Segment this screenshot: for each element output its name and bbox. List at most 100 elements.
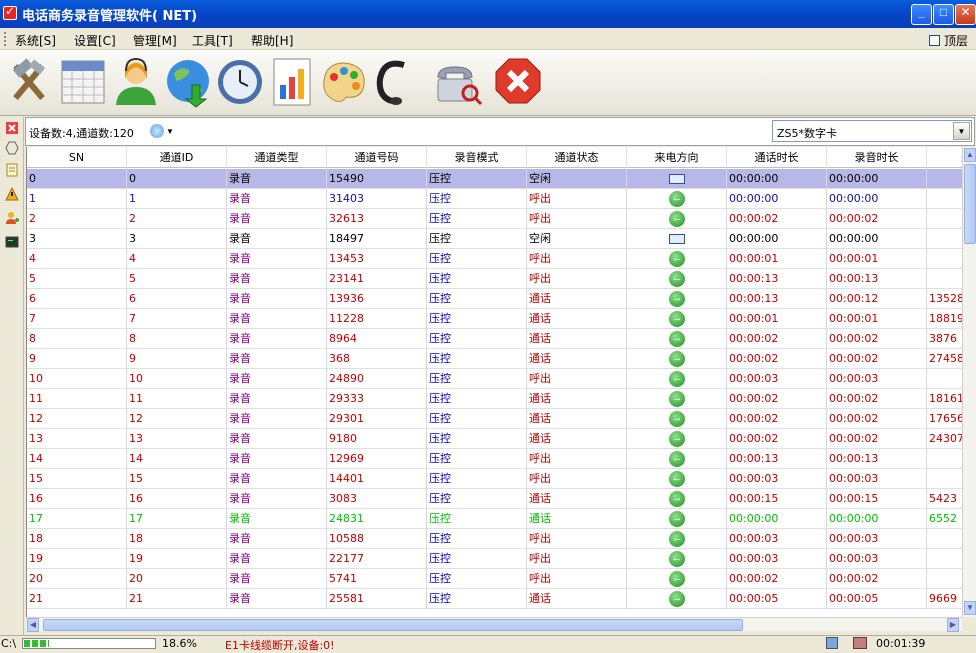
table-row[interactable]: 11 11 录音 29333 压控 通话 00:00:02 00:00:02 18161 →	[27, 389, 962, 409]
cell-channel-state: 呼出	[527, 569, 627, 589]
report-chart-icon[interactable]	[266, 55, 318, 109]
table-row[interactable]: 4 4 录音 13453 压控 呼出 00:00:01 00:00:01 ←	[27, 249, 962, 269]
cell-record-duration: 00:00:00	[827, 169, 927, 189]
palette-icon[interactable]	[318, 55, 370, 109]
menu-help[interactable]: 帮助[H]	[251, 32, 293, 49]
maximize-button[interactable]: □	[933, 4, 954, 25]
table-row[interactable]: 0 0 录音 15490 压控 空闲 00:00:00 00:00:00	[27, 169, 962, 189]
table-row[interactable]: 3 3 录音 18497 压控 空闲 00:00:00 00:00:00	[27, 229, 962, 249]
column-header-channel-state[interactable]: 通道状态	[527, 147, 627, 168]
chevron-down-icon[interactable]: ▼	[953, 122, 970, 140]
cell-channel-state: 通话	[527, 489, 627, 509]
table-row[interactable]: 12 12 录音 29301 压控 通话 00:00:02 00:00:02 17656 →	[27, 409, 962, 429]
cell-talk-duration: 00:00:13	[727, 289, 827, 309]
table-row[interactable]: 16 16 录音 3083 压控 通话 00:00:15 00:00:15 5423 →	[27, 489, 962, 509]
headset-icon[interactable]	[370, 55, 422, 109]
horizontal-scrollbar[interactable]: ◀ ▶	[26, 617, 962, 632]
cell-talk-duration: 00:00:13	[727, 269, 827, 289]
column-header-channel-number[interactable]: 通道号码	[327, 147, 427, 168]
scroll-right-icon[interactable]: ▶	[947, 618, 959, 632]
cell-channel-number: 12969	[327, 449, 427, 469]
refresh-icon[interactable]	[150, 124, 164, 138]
checkbox-icon[interactable]	[928, 35, 940, 46]
cell-sn: 5	[27, 269, 127, 289]
vertical-scrollbar[interactable]: ▲ ▼	[962, 147, 976, 617]
cell-channel-state: 呼出	[527, 189, 627, 209]
horizontal-scroll-thumb[interactable]	[43, 619, 743, 631]
cell-channel-type: 录音	[227, 189, 327, 209]
vertical-scroll-thumb[interactable]	[964, 164, 976, 244]
cell-channel-number: 8964	[327, 329, 427, 349]
column-header-talk-duration[interactable]: 通话时长	[727, 147, 827, 168]
menu-tools[interactable]: 工具[T]	[192, 32, 233, 49]
close-button[interactable]: ✕	[955, 4, 976, 25]
operator-icon[interactable]	[110, 55, 162, 109]
cell-channel-type: 录音	[227, 429, 327, 449]
phone-search-icon[interactable]	[432, 55, 484, 109]
cell-channel-id: 18	[127, 529, 227, 549]
table-row[interactable]: 20 20 录音 5741 压控 呼出 00:00:02 00:00:02 ←	[27, 569, 962, 589]
status-clock: 00:01:39	[876, 637, 926, 650]
table-row[interactable]: 10 10 录音 24890 压控 呼出 00:00:03 00:00:03 ←	[27, 369, 962, 389]
table-row[interactable]: 8 8 录音 8964 压控 通话 00:00:02 00:00:02 3876 →	[27, 329, 962, 349]
table-row[interactable]: 13 13 录音 9180 压控 通话 00:00:02 00:00:02 24307 →	[27, 429, 962, 449]
cell-channel-state: 呼出	[527, 249, 627, 269]
column-header-channel-type[interactable]: 通道类型	[227, 147, 327, 168]
cell-channel-number: 23141	[327, 269, 427, 289]
menu-manage[interactable]: 管理[M]	[133, 32, 177, 49]
table-row[interactable]: 9 9 录音 368 压控 通话 00:00:02 00:00:02 27458 →	[27, 349, 962, 369]
scroll-left-icon[interactable]: ◀	[27, 618, 39, 632]
incoming-call-icon: →	[669, 411, 685, 427]
table-row[interactable]: 19 19 录音 22177 压控 呼出 00:00:03 00:00:03 ←	[27, 549, 962, 569]
cell-sn: 13	[27, 429, 127, 449]
table-row[interactable]: 15 15 录音 14401 压控 呼出 00:00:03 00:00:03 ←	[27, 469, 962, 489]
user-add-icon[interactable]	[5, 211, 19, 225]
globe-download-icon[interactable]	[162, 55, 214, 109]
column-header-record-mode[interactable]: 录音模式	[427, 147, 527, 168]
cell-record-mode: 压控	[427, 169, 527, 189]
menu-settings[interactable]: 设置[C]	[74, 32, 116, 49]
tools-icon[interactable]	[4, 55, 56, 109]
menu-system[interactable]: 系统[S]	[15, 32, 56, 49]
idle-phone-icon	[669, 174, 685, 184]
column-header-caller-number[interactable]: 来	[927, 147, 962, 168]
warning-icon[interactable]	[5, 187, 19, 201]
status-message: E1卡线缆断开,设备:0!	[225, 639, 335, 652]
scroll-up-icon[interactable]: ▲	[964, 148, 976, 162]
scroll-down-icon[interactable]: ▼	[964, 601, 976, 615]
column-header-sn[interactable]: SN	[27, 147, 127, 168]
column-header-call-direction[interactable]: 来电方向	[627, 147, 727, 168]
cell-caller-number	[927, 189, 962, 209]
column-header-record-duration[interactable]: 录音时长	[827, 147, 927, 168]
column-header-channel-id[interactable]: 通道ID	[127, 147, 227, 168]
cell-sn: 2	[27, 209, 127, 229]
dropdown-caret-icon[interactable]: ▼	[166, 127, 174, 136]
table-row[interactable]: 17 17 录音 24831 压控 通话 00:00:00 00:00:00 6552 →	[27, 509, 962, 529]
cell-channel-type: 录音	[227, 569, 327, 589]
outgoing-call-icon: ←	[669, 211, 685, 227]
notes-icon[interactable]	[5, 163, 19, 177]
always-on-top-toggle[interactable]: 顶层	[928, 32, 968, 49]
table-row[interactable]: 2 2 录音 32613 压控 呼出 00:00:02 00:00:02 ←	[27, 209, 962, 229]
table-row[interactable]: 18 18 录音 10588 压控 呼出 00:00:03 00:00:03 ←	[27, 529, 962, 549]
cell-channel-number: 10588	[327, 529, 427, 549]
table-row[interactable]: 14 14 录音 12969 压控 呼出 00:00:13 00:00:13 ←	[27, 449, 962, 469]
card-type-select[interactable]: ZS5*数字卡 ▼	[772, 120, 972, 142]
table-row[interactable]: 7 7 录音 11228 压控 通话 00:00:01 00:00:01 18819 →	[27, 309, 962, 329]
table-row[interactable]: 1 1 录音 31403 压控 呼出 00:00:00 00:00:00 ←	[27, 189, 962, 209]
close-panel-icon[interactable]	[5, 121, 19, 135]
table-row[interactable]: 21 21 录音 25581 压控 通话 00:00:05 00:00:05 9669 →	[27, 589, 962, 609]
hexagon-icon[interactable]	[5, 141, 19, 155]
minimize-button[interactable]: _	[911, 4, 932, 25]
table-row[interactable]: 6 6 录音 13936 压控 通话 00:00:13 00:00:12 13528 →	[27, 289, 962, 309]
terminal-icon[interactable]	[5, 235, 19, 249]
table-row[interactable]: 5 5 录音 23141 压控 呼出 00:00:13 00:00:13 ←	[27, 269, 962, 289]
cell-channel-type: 录音	[227, 589, 327, 609]
calendar-icon[interactable]	[58, 55, 110, 109]
table-header: SN通道ID通道类型通道号码录音模式通道状态来电方向通话时长录音时长来	[27, 147, 962, 169]
cell-channel-number: 22177	[327, 549, 427, 569]
incoming-call-icon: →	[669, 311, 685, 327]
clock-icon[interactable]	[214, 55, 266, 109]
exit-icon[interactable]	[492, 55, 544, 109]
cell-channel-id: 13	[127, 429, 227, 449]
